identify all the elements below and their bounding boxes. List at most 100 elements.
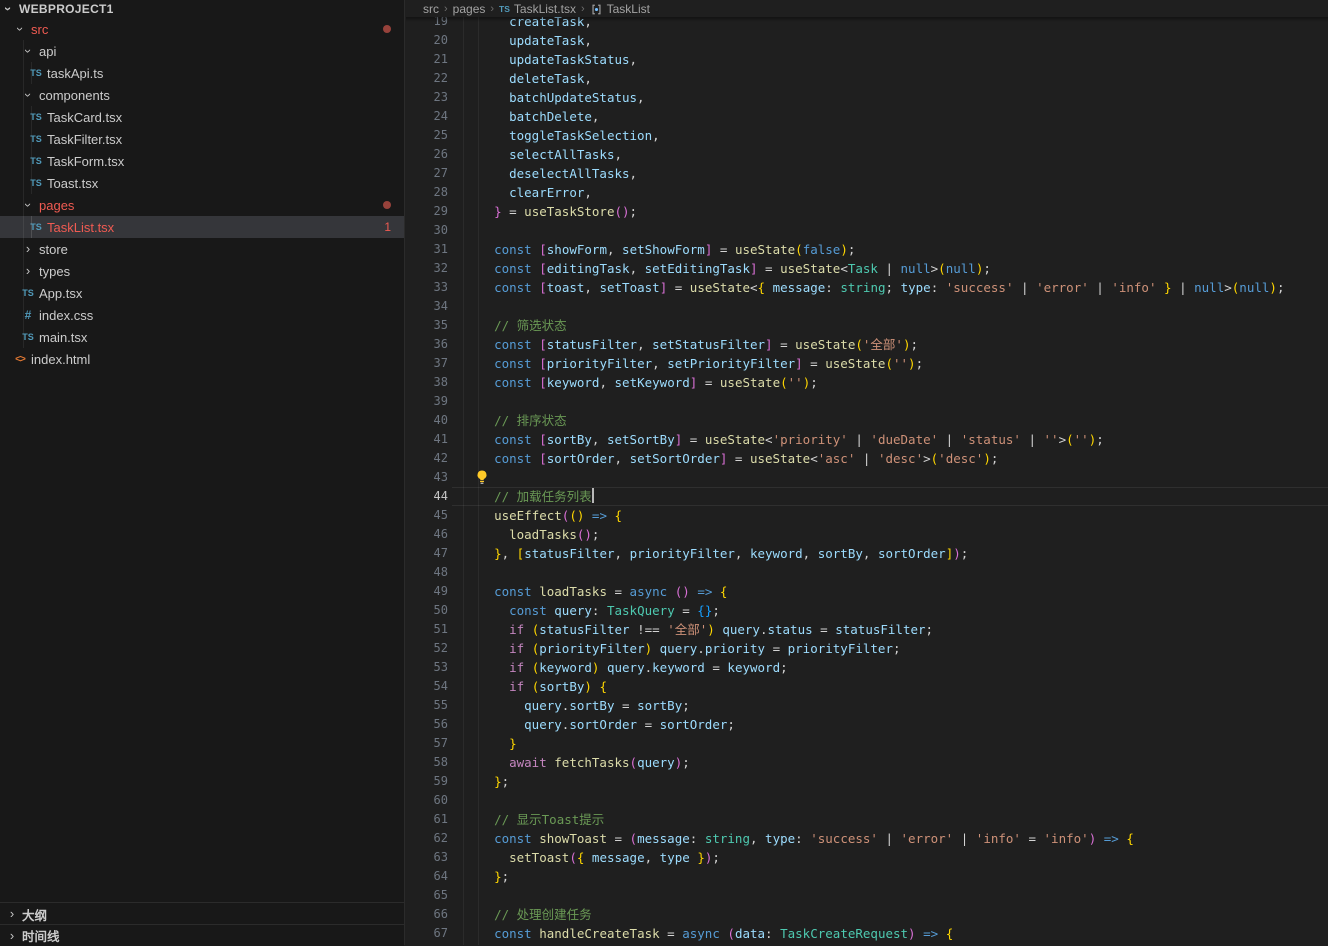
code-line-44[interactable]: 44 // 加载任务列表: [406, 487, 1328, 506]
line-number: 63: [406, 848, 448, 867]
line-number: 62: [406, 829, 448, 848]
code-line-23[interactable]: 23 batchUpdateStatus,: [406, 88, 1328, 107]
chevron-right-icon: ›: [444, 3, 448, 15]
timeline-panel-header[interactable]: › 时间线: [0, 924, 404, 946]
tree-item-tasklist-tsx[interactable]: TSTaskList.tsx1: [0, 216, 404, 238]
ts-file-icon: TS: [499, 4, 510, 14]
explorer-root-folder[interactable]: › WEBPROJECT1: [0, 0, 404, 18]
code-line-61[interactable]: 61 // 显示Toast提示: [406, 810, 1328, 829]
line-number: 23: [406, 88, 448, 107]
tree-item-pages[interactable]: ›pages: [0, 194, 404, 216]
code-line-51[interactable]: 51 if (statusFilter !== '全部') query.stat…: [406, 620, 1328, 639]
code-line-22[interactable]: 22 deleteTask,: [406, 69, 1328, 88]
code-line-46[interactable]: 46 loadTasks();: [406, 525, 1328, 544]
code-line-21[interactable]: 21 updateTaskStatus,: [406, 50, 1328, 69]
code-line-60[interactable]: 60: [406, 791, 1328, 810]
tree-item-label: index.css: [39, 308, 93, 323]
code-line-49[interactable]: 49 const loadTasks = async () => {: [406, 582, 1328, 601]
code-line-67[interactable]: 67 const handleCreateTask = async (data:…: [406, 924, 1328, 943]
code-line-34[interactable]: 34: [406, 297, 1328, 316]
code-line-54[interactable]: 54 if (sortBy) {: [406, 677, 1328, 696]
code-line-59[interactable]: 59 };: [406, 772, 1328, 791]
line-number: 28: [406, 183, 448, 202]
code-line-48[interactable]: 48: [406, 563, 1328, 582]
code-text: };: [479, 772, 509, 791]
code-text: const [statusFilter, setStatusFilter] = …: [479, 335, 918, 354]
line-number: 60: [406, 791, 448, 810]
line-number: 45: [406, 506, 448, 525]
code-line-24[interactable]: 24 batchDelete,: [406, 107, 1328, 126]
code-line-47[interactable]: 47 }, [statusFilter, priorityFilter, key…: [406, 544, 1328, 563]
code-line-42[interactable]: 42 const [sortOrder, setSortOrder] = use…: [406, 449, 1328, 468]
code-line-37[interactable]: 37 const [priorityFilter, setPriorityFil…: [406, 354, 1328, 373]
code-line-20[interactable]: 20 updateTask,: [406, 31, 1328, 50]
breadcrumb-item-pages[interactable]: pages: [453, 2, 486, 16]
code-line-29[interactable]: 29 } = useTaskStore();: [406, 202, 1328, 221]
code-line-26[interactable]: 26 selectAllTasks,: [406, 145, 1328, 164]
code-line-33[interactable]: 33 const [toast, setToast] = useState<{ …: [406, 278, 1328, 297]
tree-item-taskform-tsx[interactable]: TSTaskForm.tsx: [0, 150, 404, 172]
code-line-36[interactable]: 36 const [statusFilter, setStatusFilter]…: [406, 335, 1328, 354]
tree-item-toast-tsx[interactable]: TSToast.tsx: [0, 172, 404, 194]
tree-item-taskfilter-tsx[interactable]: TSTaskFilter.tsx: [0, 128, 404, 150]
code-text: const handleCreateTask = async (data: Ta…: [479, 924, 953, 943]
tree-item-components[interactable]: ›components: [0, 84, 404, 106]
code-line-56[interactable]: 56 query.sortOrder = sortOrder;: [406, 715, 1328, 734]
code-line-41[interactable]: 41 const [sortBy, setSortBy] = useState<…: [406, 430, 1328, 449]
tree-item-label: TaskFilter.tsx: [47, 132, 122, 147]
outline-panel-header[interactable]: › 大纲: [0, 902, 404, 925]
code-line-62[interactable]: 62 const showToast = (message: string, t…: [406, 829, 1328, 848]
code-line-52[interactable]: 52 if (priorityFilter) query.priority = …: [406, 639, 1328, 658]
code-line-39[interactable]: 39: [406, 392, 1328, 411]
code-line-58[interactable]: 58 await fetchTasks(query);: [406, 753, 1328, 772]
code-line-63[interactable]: 63 setToast({ message, type });: [406, 848, 1328, 867]
code-line-45[interactable]: 45 useEffect(() => {: [406, 506, 1328, 525]
tree-indent-guide-active: [31, 216, 32, 238]
code-viewport[interactable]: 19 createTask,20 updateTask,21 updateTas…: [406, 0, 1328, 945]
file-tree: › WEBPROJECT1 ›src›apiTStaskApi.ts›compo…: [0, 0, 404, 370]
code-text: selectAllTasks,: [479, 145, 622, 164]
tree-item-taskcard-tsx[interactable]: TSTaskCard.tsx: [0, 106, 404, 128]
tree-item-index-css[interactable]: #index.css: [0, 304, 404, 326]
code-area[interactable]: 19 createTask,20 updateTask,21 updateTas…: [406, 12, 1328, 943]
tree-indent-guide: [31, 106, 32, 194]
code-text: const [priorityFilter, setPriorityFilter…: [479, 354, 923, 373]
code-line-66[interactable]: 66 // 处理创建任务: [406, 905, 1328, 924]
code-line-50[interactable]: 50 const query: TaskQuery = {};: [406, 601, 1328, 620]
tree-item-src[interactable]: ›src: [0, 18, 404, 40]
code-text: } = useTaskStore();: [479, 202, 637, 221]
tree-item-app-tsx[interactable]: TSApp.tsx: [0, 282, 404, 304]
tree-item-label: types: [39, 264, 70, 279]
tree-item-store[interactable]: ›store: [0, 238, 404, 260]
code-line-25[interactable]: 25 toggleTaskSelection,: [406, 126, 1328, 145]
line-number: 46: [406, 525, 448, 544]
code-line-38[interactable]: 38 const [keyword, setKeyword] = useStat…: [406, 373, 1328, 392]
chevron-down-icon: ›: [12, 21, 28, 37]
code-line-32[interactable]: 32 const [editingTask, setEditingTask] =…: [406, 259, 1328, 278]
code-line-31[interactable]: 31 const [showForm, setShowForm] = useSt…: [406, 240, 1328, 259]
tree-item-main-tsx[interactable]: TSmain.tsx: [0, 326, 404, 348]
tree-item-label: main.tsx: [39, 330, 87, 345]
code-line-40[interactable]: 40 // 排序状态: [406, 411, 1328, 430]
lightbulb-icon[interactable]: [476, 470, 488, 490]
code-line-43[interactable]: 43: [406, 468, 1328, 487]
tree-item-index-html[interactable]: <>index.html: [0, 348, 404, 370]
code-line-64[interactable]: 64 };: [406, 867, 1328, 886]
code-line-28[interactable]: 28 clearError,: [406, 183, 1328, 202]
breadcrumb-item-file[interactable]: TaskList.tsx: [514, 2, 576, 16]
line-number: 64: [406, 867, 448, 886]
code-text: clearError,: [479, 183, 592, 202]
breadcrumb-item-symbol[interactable]: TaskList: [607, 2, 650, 16]
code-line-57[interactable]: 57 }: [406, 734, 1328, 753]
breadcrumb-item-src[interactable]: src: [423, 2, 439, 16]
code-line-27[interactable]: 27 deselectAllTasks,: [406, 164, 1328, 183]
code-line-35[interactable]: 35 // 筛选状态: [406, 316, 1328, 335]
line-number: 50: [406, 601, 448, 620]
code-line-53[interactable]: 53 if (keyword) query.keyword = keyword;: [406, 658, 1328, 677]
code-line-30[interactable]: 30: [406, 221, 1328, 240]
code-line-65[interactable]: 65: [406, 886, 1328, 905]
tree-item-taskapi-ts[interactable]: TStaskApi.ts: [0, 62, 404, 84]
code-line-55[interactable]: 55 query.sortBy = sortBy;: [406, 696, 1328, 715]
tree-item-api[interactable]: ›api: [0, 40, 404, 62]
tree-item-types[interactable]: ›types: [0, 260, 404, 282]
